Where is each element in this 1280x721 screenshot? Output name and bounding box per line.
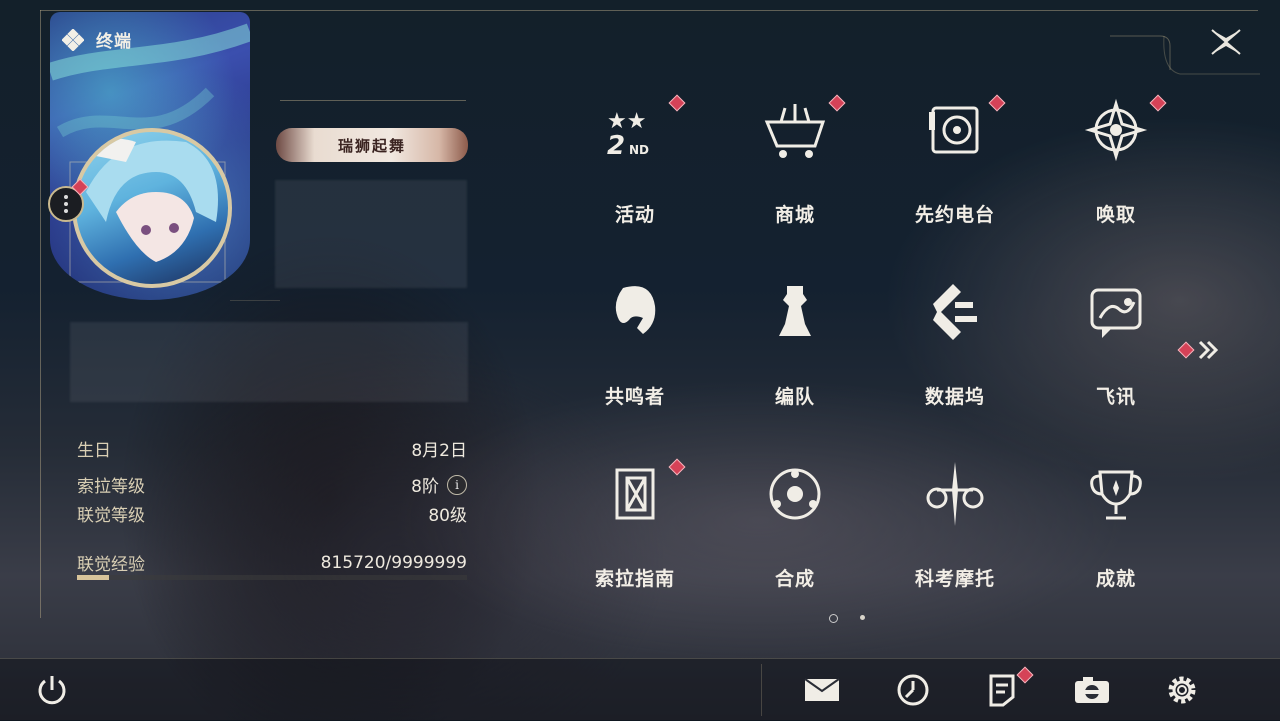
menu-tile-team[interactable]: 编队 <box>730 264 860 408</box>
camera-button[interactable] <box>1072 672 1112 708</box>
union-level-label: 联觉等级 <box>77 506 145 526</box>
data-bank-icon <box>923 280 987 344</box>
page-title: 终端 <box>96 32 132 52</box>
name-plate[interactable]: 瑞狮起舞 <box>276 128 468 162</box>
menu-tile-motorcycle[interactable]: 科考摩托 <box>890 446 1020 590</box>
mail-icon <box>804 678 840 701</box>
convene-compass-icon <box>1084 98 1148 162</box>
next-page-badge <box>1177 341 1195 359</box>
settings-button[interactable] <box>1162 672 1202 708</box>
profile-divider-top <box>280 100 466 101</box>
stat-birthday: 生日 8月2日 <box>77 436 467 461</box>
union-exp-progress-bar <box>77 575 467 580</box>
menu-tile-label: 成就 <box>1095 568 1136 590</box>
close-x-icon <box>1211 29 1241 55</box>
menu-tile-resonator[interactable]: 共鸣者 <box>570 264 700 408</box>
menu-tile-message[interactable]: 飞讯 <box>1051 264 1181 408</box>
menu-tile-label: 商城 <box>774 204 815 226</box>
resonator-head-icon <box>603 280 667 344</box>
svg-text:ND: ND <box>629 143 649 157</box>
terminal-diamond-icon <box>62 28 84 51</box>
double-chevron-right-icon <box>1198 340 1219 360</box>
union-exp-label: 联觉经验 <box>77 555 145 575</box>
menu-tile-label: 编队 <box>774 386 815 408</box>
motorcycle-icon <box>923 462 987 526</box>
menu-tile-label: 科考摩托 <box>914 568 995 590</box>
top-frame-line <box>40 10 1258 11</box>
notes-icon <box>989 674 1015 707</box>
union-level-value: 80级 <box>428 506 467 526</box>
mail-button[interactable] <box>802 672 842 708</box>
stat-union-exp: 联觉经验 815720/9999999 <box>77 550 467 576</box>
bottom-divider <box>761 664 762 716</box>
radio-icon <box>923 98 987 162</box>
pager-dot-1[interactable] <box>829 614 838 623</box>
menu-tile-label: 飞讯 <box>1095 386 1136 408</box>
menu-tile-label: 合成 <box>774 568 815 590</box>
event-2nd-anniversary-icon: ★★ 2 ND <box>603 98 667 162</box>
message-chat-icon <box>1084 280 1148 344</box>
settings-gear-icon <box>1168 676 1196 704</box>
redacted-info-block <box>275 180 467 288</box>
camera-icon <box>1075 677 1109 703</box>
menu-tile-databank[interactable]: 数据坞 <box>890 264 1020 408</box>
guide-book-icon <box>603 462 667 526</box>
power-button[interactable] <box>32 672 72 708</box>
menu-tile-label: 共鸣者 <box>604 386 665 408</box>
stat-union-level: 联觉等级 80级 <box>77 501 467 526</box>
terminal-header: 终端 <box>62 27 132 52</box>
shop-cart-icon <box>763 98 827 162</box>
sola-level-value: 8阶 <box>411 477 439 497</box>
info-icon[interactable]: i <box>447 474 467 495</box>
time-button[interactable] <box>893 672 933 708</box>
union-exp-progress-fill <box>77 575 109 580</box>
achievement-trophy-icon <box>1084 462 1148 526</box>
stat-sola-level: 索拉等级 8阶 i <box>77 472 467 497</box>
birthday-value: 8月2日 <box>411 441 467 461</box>
more-dots-icon <box>64 195 68 213</box>
chess-team-icon <box>763 280 827 344</box>
sola-level-label: 索拉等级 <box>77 477 145 497</box>
menu-tile-label: 唤取 <box>1095 204 1136 226</box>
time-clock-icon <box>897 674 929 706</box>
birthday-label: 生日 <box>77 441 111 461</box>
menu-tile-label: 数据坞 <box>924 386 985 408</box>
profile-divider <box>230 300 280 301</box>
avatar[interactable] <box>72 128 232 288</box>
redacted-signature-block <box>70 322 468 402</box>
menu-tile-label: 活动 <box>614 204 655 226</box>
pager-dot-2[interactable] <box>860 615 865 620</box>
notes-button[interactable] <box>982 672 1022 708</box>
power-icon <box>38 676 66 705</box>
next-page-button[interactable] <box>1177 338 1220 362</box>
svg-text:2: 2 <box>607 131 625 161</box>
synthesis-icon <box>763 462 827 526</box>
left-frame-line <box>40 10 41 618</box>
menu-tile-label: 索拉指南 <box>594 568 675 590</box>
close-button[interactable] <box>1206 22 1246 62</box>
menu-tile-achievement[interactable]: 成就 <box>1051 446 1181 590</box>
menu-tile-label: 先约电台 <box>914 204 995 226</box>
menu-tile-synthesis[interactable]: 合成 <box>730 446 860 590</box>
name-plate-label: 瑞狮起舞 <box>337 136 406 155</box>
union-exp-value: 815720/9999999 <box>320 552 467 573</box>
